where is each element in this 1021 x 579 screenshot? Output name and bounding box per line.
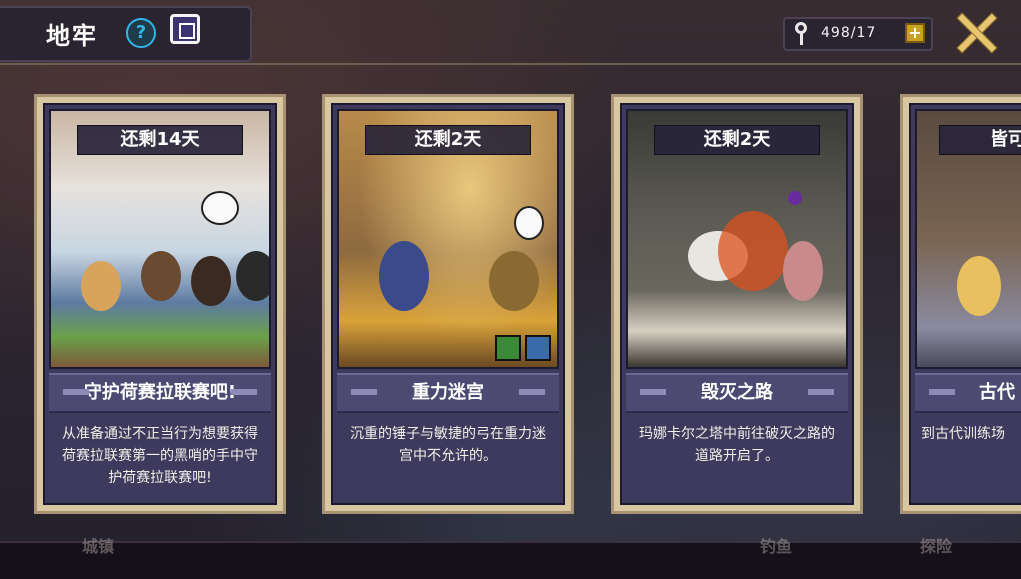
- bottom-nav-adventure: 探险: [920, 537, 953, 556]
- card-title: 守护荷赛拉联赛吧!: [49, 373, 271, 413]
- close-button[interactable]: [953, 10, 997, 54]
- dungeon-card-league[interactable]: 还剩14天 守护荷赛拉联赛吧! 从准备通过不正当行为想要获得荷赛拉联赛第一的黑哨…: [34, 94, 286, 514]
- bottom-nav-fishing: 钓鱼: [760, 537, 793, 556]
- header-divider: [0, 63, 1021, 65]
- dungeon-card-ancient[interactable]: 皆可 古代 到古代训练场: [900, 94, 1021, 514]
- card-title: 古代: [915, 373, 1021, 413]
- question-icon[interactable]: ?: [126, 18, 156, 48]
- dungeon-card-ruin-road[interactable]: 还剩2天 毁灭之路 玛娜卡尔之塔中前往破灭之路的道路开启了。: [611, 94, 863, 514]
- key-icon: [793, 22, 813, 46]
- page-title: 地牢: [46, 22, 98, 50]
- card-description: 玛娜卡尔之塔中前往破灭之路的道路开启了。: [639, 426, 835, 464]
- timer-badge: 还剩2天: [654, 125, 820, 155]
- card-title: 毁灭之路: [626, 373, 848, 413]
- key-counter-panel: 498/17 +: [783, 17, 933, 51]
- timer-badge: 皆可: [939, 125, 1021, 155]
- calendar-icon[interactable]: [170, 14, 200, 44]
- dungeon-card-gravity-maze[interactable]: 还剩2天 重力迷宫 沉重的锤子与敏捷的弓在重力迷宫中不允许的。: [322, 94, 574, 514]
- timer-badge: 还剩14天: [77, 125, 243, 155]
- card-title: 重力迷宫: [337, 373, 559, 413]
- card-description: 到古代训练场: [921, 426, 1005, 442]
- card-description: 沉重的锤子与敏捷的弓在重力迷宫中不允许的。: [350, 426, 546, 464]
- add-keys-button[interactable]: +: [905, 23, 925, 43]
- bottom-nav-bar: [0, 541, 1021, 579]
- hammer-weapon-icon: [495, 335, 521, 361]
- bow-weapon-icon: [525, 335, 551, 361]
- key-count: 498/17: [821, 25, 877, 41]
- card-description: 从准备通过不正当行为想要获得荷赛拉联赛第一的黑哨的手中守护荷赛拉联赛吧!: [62, 426, 258, 486]
- bottom-nav-town: 城镇: [82, 537, 115, 556]
- timer-badge: 还剩2天: [365, 125, 531, 155]
